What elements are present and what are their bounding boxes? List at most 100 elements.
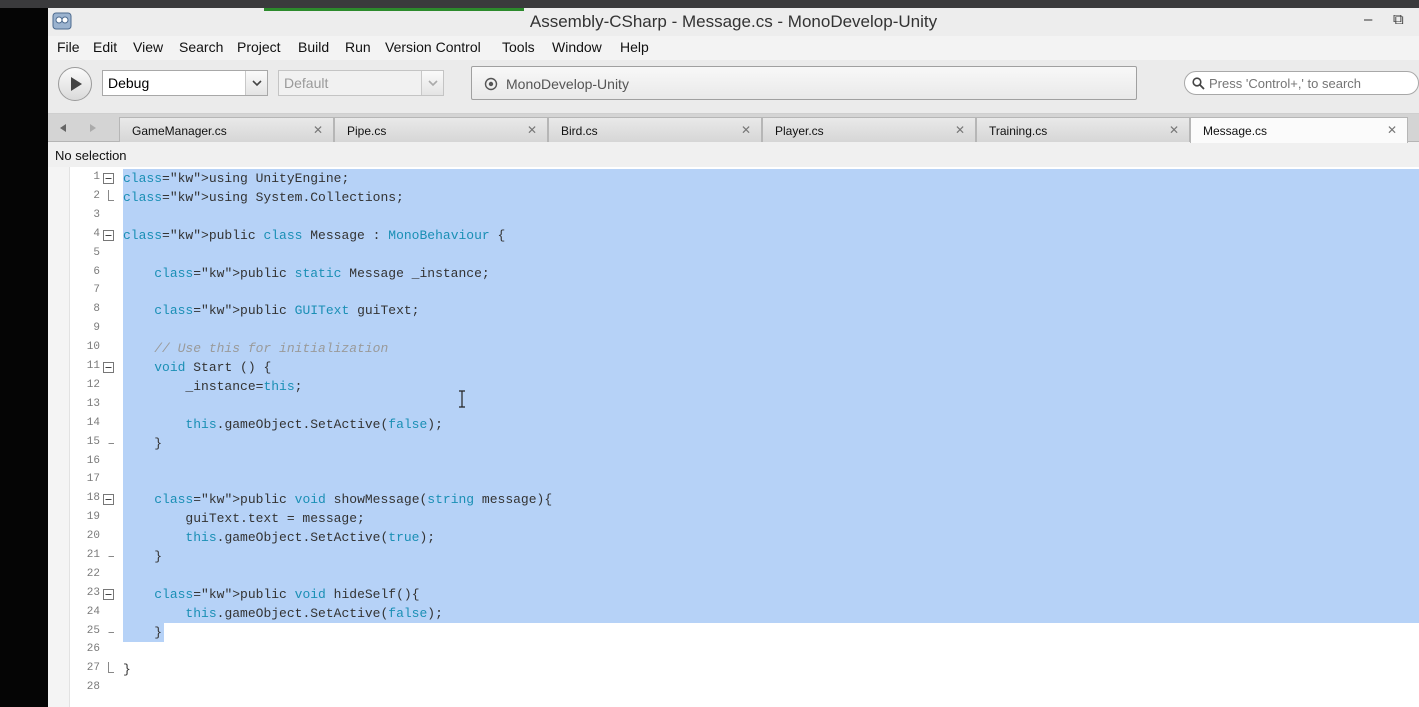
menu-search[interactable]: Search [179,39,223,55]
selection-highlight [123,434,1419,453]
line-number: 26 [86,643,100,655]
code-line[interactable]: 15 } [70,434,1419,453]
menu-project[interactable]: Project [237,39,281,55]
code-line[interactable]: 19 guiText.text = message; [70,509,1419,528]
code-text: this.gameObject.SetActive(false); [185,417,443,432]
search-input[interactable] [1209,75,1414,92]
tab-label: Bird.cs [561,124,598,138]
close-icon[interactable]: ✕ [1169,123,1179,137]
platform-value: Default [284,75,329,91]
tab-gamemanager[interactable]: GameManager.cs ✕ [119,117,334,142]
fold-toggle-icon[interactable] [102,171,120,186]
line-number: 19 [86,511,100,523]
desktop-edge [0,8,48,707]
play-icon [71,77,82,91]
code-line[interactable]: 3 [70,207,1419,226]
line-number: 1 [93,171,100,183]
fold-toggle-icon[interactable] [102,360,120,375]
code-line[interactable]: 7 [70,282,1419,301]
run-button[interactable] [58,67,92,101]
close-icon[interactable]: ✕ [955,123,965,137]
menu-build[interactable]: Build [298,39,329,55]
path-bar[interactable]: No selection [48,143,1419,167]
code-line[interactable]: 28 [70,679,1419,698]
selection-highlight [123,471,1419,490]
tab-player[interactable]: Player.cs ✕ [762,117,976,142]
menu-run[interactable]: Run [345,39,371,55]
code-line[interactable]: 9 [70,320,1419,339]
close-icon[interactable]: ✕ [1387,123,1397,137]
code-line[interactable]: 14 this.gameObject.SetActive(false); [70,415,1419,434]
code-line[interactable]: 22 [70,566,1419,585]
editor-margin [48,167,70,707]
code-line[interactable]: 1 class="kw">using UnityEngine; [70,169,1419,188]
close-icon[interactable]: ✕ [741,123,751,137]
fold-toggle-icon[interactable] [102,228,120,243]
line-number: 25 [86,625,100,637]
platform-select[interactable]: Default [278,70,444,96]
selection-highlight [123,320,1419,339]
selection-highlight [123,453,1419,472]
menu-edit[interactable]: Edit [93,39,117,55]
code-text: class="kw">public GUIText guiText; [154,303,420,318]
tab-training[interactable]: Training.cs ✕ [976,117,1190,142]
code-line[interactable]: 6 class="kw">public static Message _inst… [70,264,1419,283]
line-number: 22 [86,568,100,580]
code-line[interactable]: 25 } [70,623,1419,642]
menu-help[interactable]: Help [620,39,649,55]
menu-window[interactable]: Window [552,39,602,55]
code-text: class="kw">using System.Collections; [123,190,404,205]
code-text: guiText.text = message; [123,511,365,526]
code-line[interactable]: 10 // Use this for initialization [70,339,1419,358]
code-text: class="kw">public class Message : MonoBe… [123,228,506,243]
code-line[interactable]: 26 [70,641,1419,660]
code-line[interactable]: 8 class="kw">public GUIText guiText; [70,301,1419,320]
code-line[interactable]: 23 class="kw">public void hideSelf(){ [70,585,1419,604]
minimize-button[interactable]: – [1364,11,1372,28]
tab-scroll-right-icon[interactable] [88,123,98,133]
title-accent [264,8,524,11]
code-line[interactable]: 27} [70,660,1419,679]
code-line[interactable]: 20 this.gameObject.SetActive(true); [70,528,1419,547]
code-line[interactable]: 11 void Start () { [70,358,1419,377]
ide-window: Assembly-CSharp - Message.cs - MonoDevel… [48,8,1419,707]
menu-file[interactable]: File [57,39,80,55]
code-editor[interactable]: 1 class="kw">using UnityEngine; 2 class="kw… [48,167,1419,707]
menu-version-control[interactable]: Version Control [385,39,481,55]
code-line[interactable]: 24 this.gameObject.SetActive(false); [70,604,1419,623]
code-text: void Start () { [154,360,272,375]
search-box[interactable] [1184,71,1419,95]
selection-highlight [123,245,1419,264]
line-number: 9 [93,322,100,334]
title-bar: Assembly-CSharp - Message.cs - MonoDevel… [48,8,1419,36]
tab-message[interactable]: Message.cs ✕ [1190,117,1408,143]
menu-bar: File Edit View Search Project Build Run … [48,36,1419,60]
close-icon[interactable]: ✕ [313,123,323,137]
line-number: 23 [86,587,100,599]
fold-toggle-icon[interactable] [102,492,120,507]
tab-scroll-left-icon[interactable] [58,123,68,133]
fold-end-icon [102,662,120,677]
code-line[interactable]: 2 class="kw">using System.Collections; [70,188,1419,207]
tab-label: Pipe.cs [347,124,387,138]
configuration-select[interactable]: Debug [102,70,268,96]
line-number: 21 [86,549,100,561]
code-line[interactable]: 5 [70,245,1419,264]
code-line[interactable]: 18 class="kw">public void showMessage(st… [70,490,1419,509]
code-line[interactable]: 16 [70,453,1419,472]
code-line[interactable]: 21 } [70,547,1419,566]
chevron-down-icon [421,71,443,95]
tab-pipe[interactable]: Pipe.cs ✕ [334,117,548,142]
restore-button[interactable]: ⧉ [1393,11,1404,28]
close-icon[interactable]: ✕ [527,123,537,137]
menu-view[interactable]: View [133,39,163,55]
menu-tools[interactable]: Tools [502,39,535,55]
fold-end-icon [102,549,120,564]
code-line[interactable]: 13 [70,396,1419,415]
code-line[interactable]: 17 [70,471,1419,490]
status-area: MonoDevelop-Unity [471,66,1137,100]
code-line[interactable]: 12 _instance=this; [70,377,1419,396]
code-line[interactable]: 4 class="kw">public class Message : MonoB… [70,226,1419,245]
fold-toggle-icon[interactable] [102,587,120,602]
tab-bird[interactable]: Bird.cs ✕ [548,117,762,142]
